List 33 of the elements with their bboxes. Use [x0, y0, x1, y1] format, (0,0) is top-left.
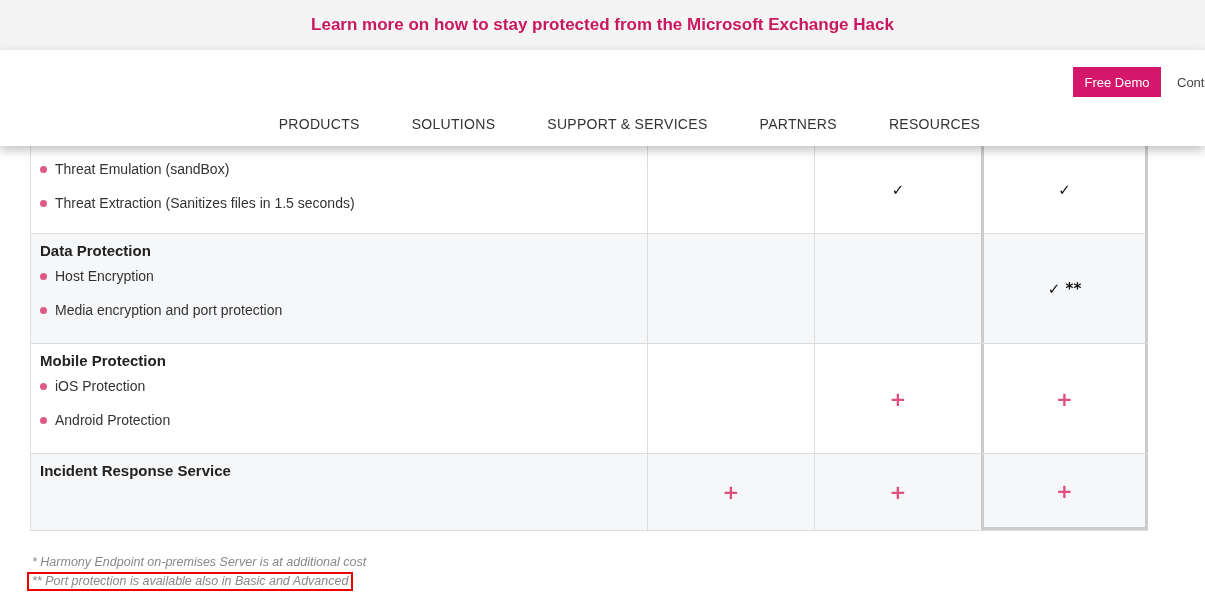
plus-mark: +	[889, 480, 907, 504]
row-title: Data Protection	[40, 242, 152, 259]
bullet-icon	[40, 416, 47, 424]
check-mark: ✓	[891, 181, 905, 199]
plus-mark: +	[722, 480, 740, 504]
nav-link[interactable]: SUPPORT & SERVICES	[547, 116, 708, 132]
banner-link[interactable]: Learn more on how to stay protected from the Microsoft Exchange Hack	[311, 15, 894, 35]
footnote: ** Port protection is available also in Basic and Advanced	[27, 572, 354, 591]
nav-link[interactable]: PARTNERS	[759, 116, 837, 132]
feature-text: iOS Protection	[55, 378, 146, 394]
check-mark: ✓	[1058, 181, 1071, 199]
feature-text: Host Encryption	[55, 268, 154, 284]
check-mark: ✓ **	[1047, 279, 1082, 298]
bullet-icon	[40, 199, 47, 207]
nav-link[interactable]: SOLUTIONS	[411, 116, 496, 132]
bullet-icon	[40, 165, 47, 173]
contact-link[interactable]: Cont	[1177, 74, 1205, 90]
free-demo-button[interactable]: Free Demo	[1073, 67, 1161, 97]
bullet-icon	[40, 306, 47, 314]
feature-text: Threat Emulation (sandBox)	[55, 161, 230, 177]
bullet-icon	[40, 272, 47, 280]
nav-link[interactable]: RESOURCES	[888, 116, 981, 132]
feature-text: Threat Extraction (Sanitizes files in 1.5 seconds)	[55, 195, 355, 211]
bullet-icon	[40, 382, 47, 390]
feature-text: Media encryption and port protection	[55, 302, 283, 318]
plus-mark: +	[889, 386, 907, 411]
nav-link[interactable]: PRODUCTS	[278, 116, 360, 132]
row-title: Incident Response Service	[40, 462, 232, 479]
plus-mark: +	[1056, 386, 1073, 411]
feature-text: Android Protection	[55, 412, 171, 428]
footnote: * Harmony Endpoint on-premises Server is at additional cost	[31, 554, 368, 571]
plus-mark: +	[1056, 478, 1073, 503]
row-title: Mobile Protection	[40, 352, 167, 369]
